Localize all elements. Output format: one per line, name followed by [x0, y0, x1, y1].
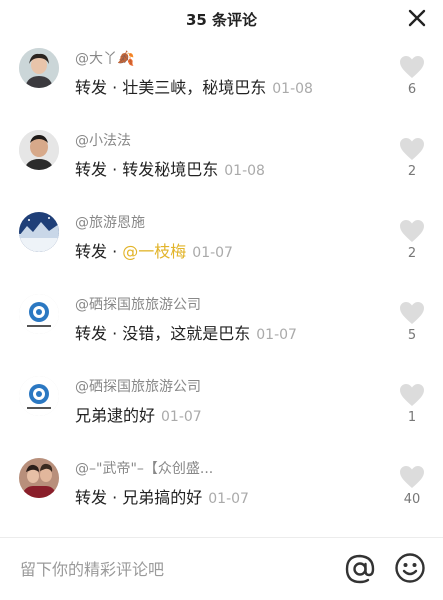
like-count: 1 [407, 410, 417, 425]
comment-item: @大丫🍂 转发 · 壮美三峡，秘境巴东 01-08 6 [0, 42, 443, 124]
comment-item: @–"武帝"–【众创盛... 转发 · 兄弟搞的好 01-07 40 [0, 452, 443, 534]
heart-icon[interactable] [399, 383, 425, 407]
heart-icon[interactable] [399, 465, 425, 489]
comments-header: 35 条评论 [0, 0, 443, 38]
like-count: 2 [407, 164, 417, 179]
comment-text: 转发 · 没错，这就是巴东 01-07 [75, 320, 297, 344]
comment-date: 01-08 [224, 163, 265, 179]
comment-username[interactable]: @–"武帝"–【众创盛... [75, 458, 213, 478]
heart-icon[interactable] [399, 219, 425, 243]
avatar[interactable] [19, 376, 59, 416]
comment-username[interactable]: @大丫🍂 [75, 48, 134, 68]
comment-username[interactable]: @硒探国旅旅游公司 [75, 376, 201, 396]
comment-content: 转发 · [75, 242, 123, 261]
comment-username[interactable]: @旅游恩施 [75, 212, 145, 232]
comment-input[interactable] [20, 557, 320, 581]
comment-content: 兄弟逮的好 [75, 406, 156, 425]
comment-date: 01-07 [192, 245, 233, 261]
comment-date: 01-07 [256, 327, 297, 343]
comment-content: 转发 · 壮美三峡，秘境巴东 [75, 78, 267, 97]
heart-icon[interactable] [399, 301, 425, 325]
comment-date: 01-07 [208, 491, 249, 507]
avatar[interactable] [19, 130, 59, 170]
comment-text: 转发 · 兄弟搞的好 01-07 [75, 484, 249, 508]
heart-icon[interactable] [399, 55, 425, 79]
comment-content: 转发 · 没错，这就是巴东 [75, 324, 251, 343]
page-title: 35 条评论 [185, 11, 258, 29]
comment-content: 转发 · 兄弟搞的好 [75, 488, 203, 507]
smiley-icon[interactable] [394, 552, 426, 584]
comment-username[interactable]: @小法法 [75, 130, 131, 150]
comment-item: @小法法 转发 · 转发秘境巴东 01-08 2 [0, 124, 443, 206]
comment-text: 转发 · 壮美三峡，秘境巴东 01-08 [75, 74, 313, 98]
comment-date: 01-08 [272, 81, 313, 97]
comment-content: 转发 · 转发秘境巴东 [75, 160, 219, 179]
at-sign-icon[interactable] [343, 552, 377, 586]
avatar[interactable] [19, 458, 59, 498]
like-count: 2 [407, 246, 417, 261]
comment-text: 转发 · 转发秘境巴东 01-08 [75, 156, 265, 180]
mention-link[interactable]: @一枝梅 [122, 242, 186, 261]
comment-text: 转发 · @一枝梅 01-07 [75, 238, 233, 262]
comment-item: @硒探国旅旅游公司 兄弟逮的好 01-07 1 [0, 370, 443, 452]
comment-item: @硒探国旅旅游公司 转发 · 没错，这就是巴东 01-07 5 [0, 288, 443, 370]
comment-item: @旅游恩施 转发 · @一枝梅 01-07 2 [0, 206, 443, 288]
comment-date: 01-07 [161, 409, 202, 425]
like-count: 5 [407, 328, 417, 343]
heart-icon[interactable] [399, 137, 425, 161]
comment-input-bar [0, 537, 443, 600]
avatar[interactable] [19, 48, 59, 88]
avatar[interactable] [19, 294, 59, 334]
comment-username[interactable]: @硒探国旅旅游公司 [75, 294, 201, 314]
like-count: 6 [407, 82, 417, 97]
comment-text: 兄弟逮的好 01-07 [75, 402, 202, 426]
close-icon[interactable] [405, 6, 429, 30]
avatar[interactable] [19, 212, 59, 252]
like-count: 40 [403, 492, 421, 507]
